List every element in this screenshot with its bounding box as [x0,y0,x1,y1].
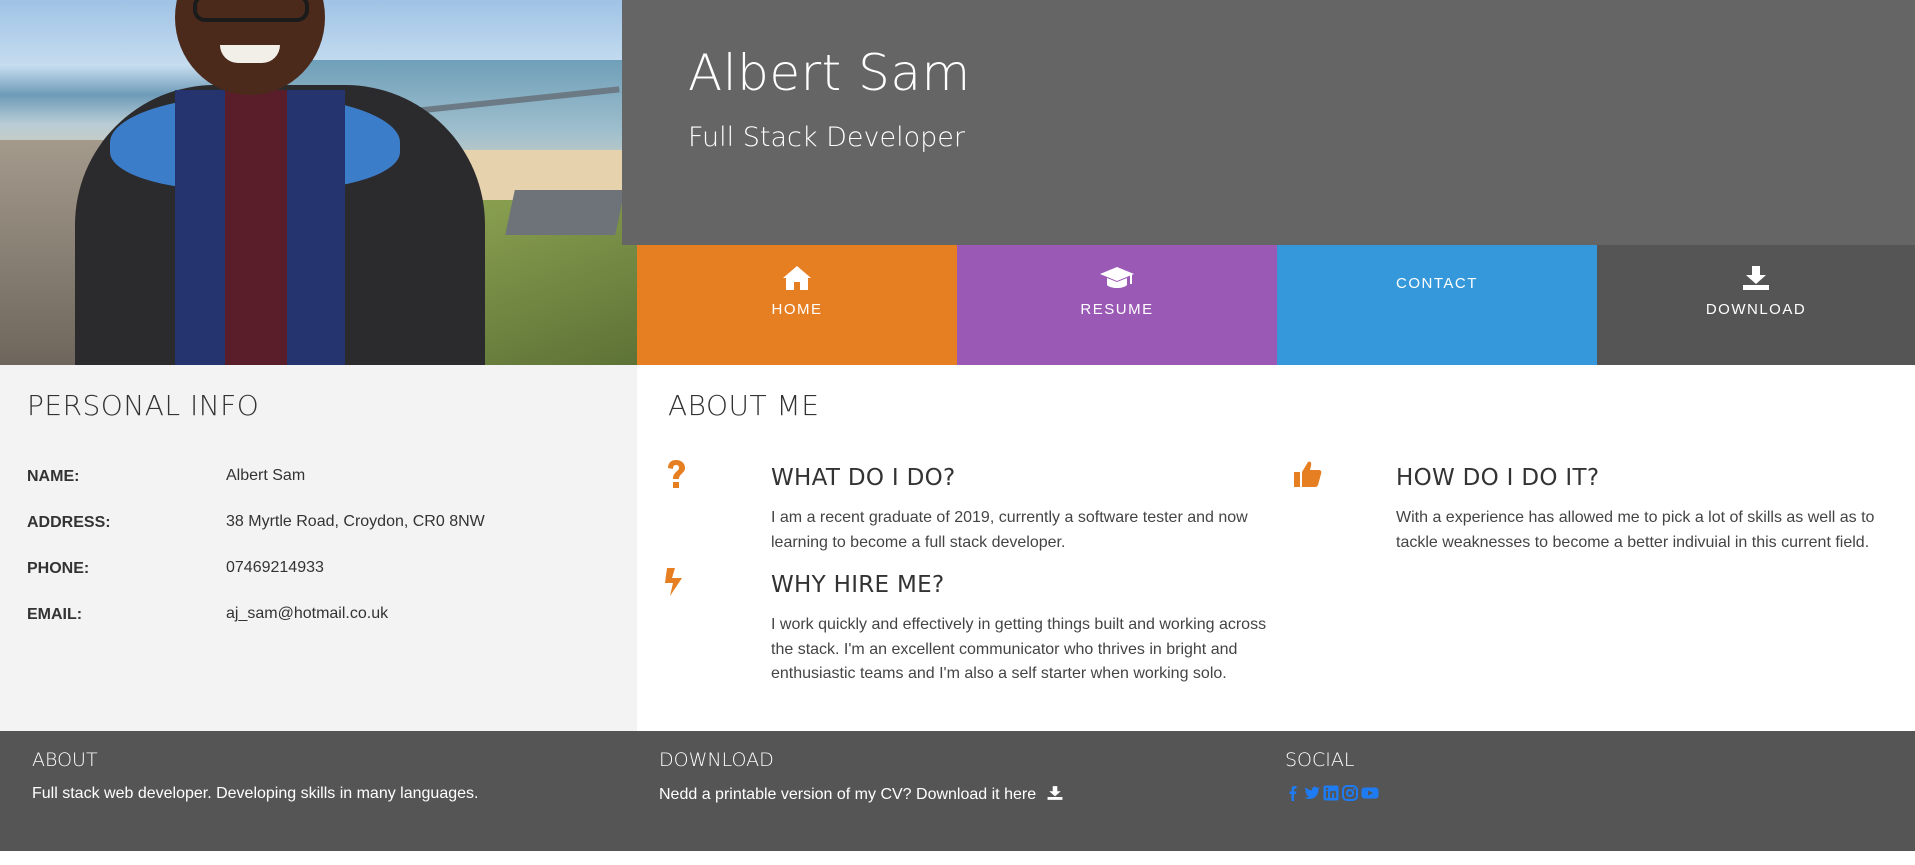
info-value: aj_sam@hotmail.co.uk [226,605,389,622]
footer-social-title: SOCIAL [1285,749,1355,771]
nav-download-label: DOWNLOAD [1705,301,1807,318]
nav-home-label: HOME [771,301,823,318]
profile-photo [0,0,637,365]
footer: ABOUT Full stack web developer. Developi… [0,731,1915,851]
info-label: EMAIL: [27,606,83,623]
info-label: ADDRESS: [27,514,111,531]
social-links [1285,785,1379,801]
feature-heading: WHY HIRE ME? [771,572,945,598]
feature-text: I am a recent graduate of 2019, currentl… [771,509,1248,551]
feature-heading: WHAT DO I DO? [771,465,956,491]
question-icon [664,459,694,493]
about-me-title: ABOUT ME [668,389,820,422]
download-icon[interactable] [1047,785,1063,806]
info-label: PHONE: [27,560,90,577]
info-value: Albert Sam [226,467,306,484]
graduation-cap-icon [957,265,1277,291]
about-me-section: ABOUT ME WHAT DO I DO? I am a recent gra… [637,365,1915,731]
instagram-icon[interactable] [1342,785,1358,801]
thumbs-up-icon [1293,459,1323,493]
footer-about-text: Full stack web developer. Developing ski… [32,785,479,802]
footer-download-text: Nedd a printable version of my CV? Downl… [659,786,1037,803]
info-label: NAME: [27,468,80,485]
info-value: 38 Myrtle Road, Croydon, CR0 8NW [226,513,485,530]
profile-role: Full Stack Developer [688,122,965,153]
feature-heading: HOW DO I DO IT? [1396,465,1600,491]
footer-download-title: DOWNLOAD [659,749,774,771]
page: Albert Sam Full Stack Developer HOME RES… [0,0,1915,865]
nav-contact-label: CONTACT [1396,275,1478,292]
nav-resume-label: RESUME [1080,301,1154,318]
footer-download-text-row: Nedd a printable version of my CV? Downl… [659,785,1063,806]
nav-download-tile[interactable]: DOWNLOAD [1597,245,1915,365]
download-icon [1597,265,1915,291]
footer-about-title: ABOUT [32,749,98,771]
twitter-icon[interactable] [1304,785,1320,801]
youtube-icon[interactable] [1361,785,1379,801]
feature-text: With a experience has allowed me to pick… [1396,509,1875,551]
nav-resume-tile[interactable]: RESUME [957,245,1277,365]
personal-info-section: PERSONAL INFO NAME: Albert Sam ADDRESS: … [0,365,637,731]
bolt-icon [664,567,694,601]
personal-info-title: PERSONAL INFO [27,389,260,422]
feature-text: I work quickly and effectively in gettin… [771,616,1267,682]
home-icon [637,265,957,291]
facebook-icon[interactable] [1285,785,1301,801]
profile-name: Albert Sam [688,44,971,102]
linkedin-icon[interactable] [1323,785,1339,801]
nav-home-tile[interactable]: HOME [637,245,957,365]
nav-contact-tile[interactable]: CONTACT [1277,245,1597,365]
info-value: 07469214933 [226,559,324,576]
